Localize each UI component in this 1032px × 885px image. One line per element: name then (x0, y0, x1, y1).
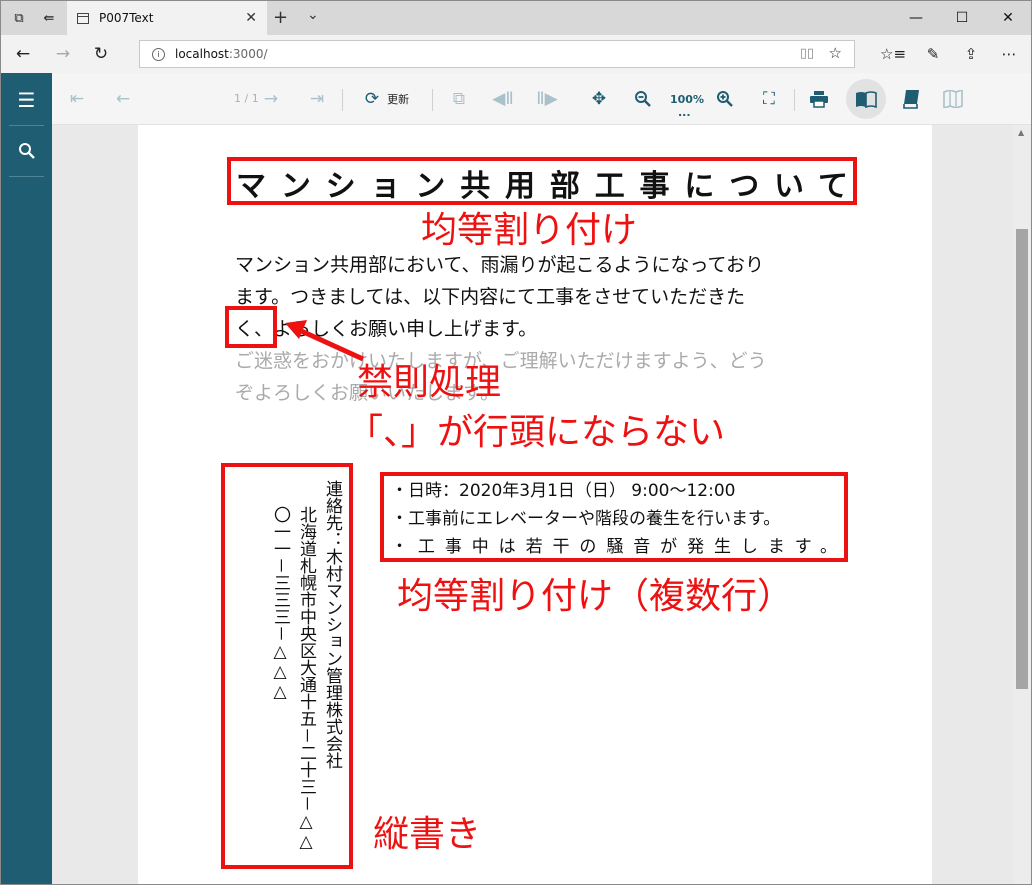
browser-window: ⧉ ⇚ P007Text ✕ + ⌄ — ☐ ✕ ← → ↻ i localho… (0, 0, 1032, 885)
vertical-note: 縦書き (373, 814, 482, 855)
kinsoku-detail: 「、」が行頭にならない (347, 412, 726, 453)
bullets-note: 均等割り付け（複数行） (397, 576, 794, 617)
bullets-highlight-box (380, 472, 848, 562)
kinsoku-note: 禁則処理 (357, 362, 502, 403)
vertical-highlight-box (221, 463, 353, 869)
